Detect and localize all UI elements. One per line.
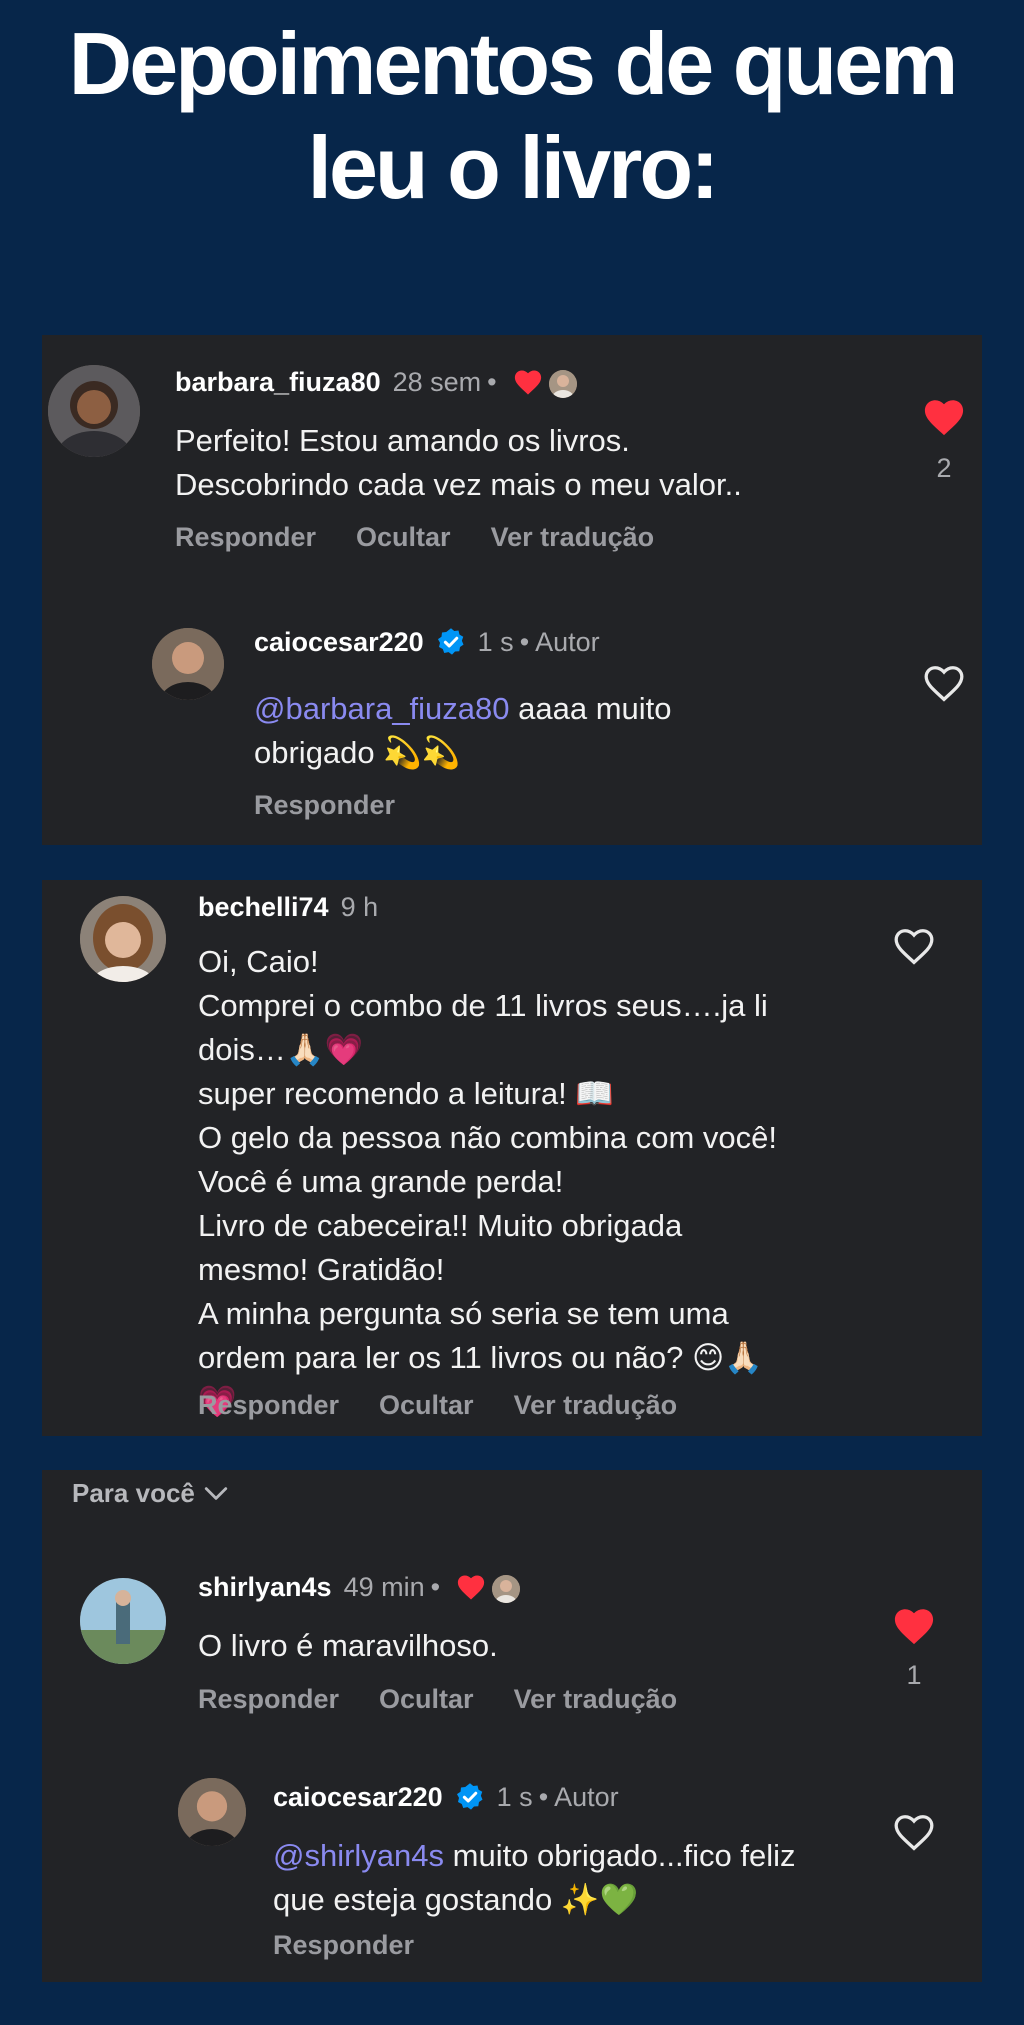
chevron-down-icon [204, 1487, 228, 1500]
reply-button[interactable]: Responder [254, 790, 395, 820]
username[interactable]: barbara_fiuza80 [175, 367, 381, 397]
comment-header: bechelli74 9 h [198, 890, 378, 924]
comment-text: Oi, Caio! Comprei o combo de 11 livros s… [198, 944, 778, 1419]
comment-actions: Responder Ocultar Ver tradução [198, 1684, 717, 1715]
heart-outline-icon [894, 1815, 934, 1851]
author-avatar-icon [492, 1574, 521, 1603]
timestamp: 1 s [496, 1782, 533, 1812]
timestamp: 28 sem [392, 367, 482, 397]
avatar[interactable] [178, 1778, 246, 1846]
avatar[interactable] [48, 365, 140, 457]
comment-actions: Responder Ocultar Ver tradução [198, 1390, 717, 1421]
page-title: Depoimentos de quem leu o livro: [68, 14, 959, 217]
separator-dot: • [430, 1572, 441, 1602]
heart-filled-icon [894, 1609, 934, 1645]
reply-text: @barbara_fiuza80 aaaa muito obrigado 💫💫 [254, 687, 672, 775]
heart-outline-icon [924, 666, 964, 702]
separator-dot: • [487, 367, 497, 397]
comment-card: Para você shirlyan4s 49 min • O livro é ma… [42, 1470, 982, 1982]
reply-header: caiocesar220 1 s • Autor [273, 1780, 619, 1814]
avatar[interactable] [80, 896, 166, 982]
comment-card: barbara_fiuza80 28 sem • Perfeito! Estou a… [42, 335, 982, 845]
hide-button[interactable]: Ocultar [379, 1684, 474, 1714]
author-avatar-icon [548, 369, 577, 398]
heart-filled-icon [924, 400, 964, 436]
like-button[interactable] [922, 663, 966, 703]
comment-header: barbara_fiuza80 28 sem • [175, 365, 577, 399]
for-you-filter[interactable]: Para você [72, 1478, 229, 1509]
author-liked-heart-icon [514, 370, 541, 395]
timestamp: 9 h [340, 892, 379, 922]
translate-button[interactable]: Ver tradução [514, 1390, 678, 1420]
comment-text: O livro é maravilhoso. [198, 1628, 498, 1663]
reply-actions: Responder [273, 1930, 454, 1961]
comment-text: Perfeito! Estou amando os livros. Descob… [175, 423, 742, 502]
username[interactable]: bechelli74 [198, 892, 329, 922]
separator-dot: • [519, 627, 530, 657]
author-badge: Autor [554, 1782, 619, 1812]
reply-actions: Responder [254, 790, 435, 821]
hide-button[interactable]: Ocultar [356, 522, 451, 552]
verified-badge-icon [437, 628, 464, 655]
like-button[interactable] [922, 397, 966, 437]
mention-link[interactable]: @shirlyan4s [273, 1838, 444, 1873]
author-liked-heart-icon [457, 1575, 485, 1600]
filter-label: Para você [72, 1478, 195, 1508]
like-count: 2 [936, 453, 952, 483]
mention-link[interactable]: @barbara_fiuza80 [254, 691, 510, 726]
avatar[interactable] [80, 1578, 166, 1664]
username[interactable]: caiocesar220 [273, 1782, 443, 1812]
heart-outline-icon [894, 929, 934, 965]
comment-actions: Responder Ocultar Ver tradução [175, 522, 694, 553]
hide-button[interactable]: Ocultar [379, 1390, 474, 1420]
reply-header: caiocesar220 1 s • Autor [254, 625, 600, 659]
verified-badge-icon [456, 1783, 483, 1810]
comment-header: shirlyan4s 49 min • [198, 1570, 521, 1604]
author-badge: Autor [535, 627, 600, 657]
like-button[interactable] [892, 926, 936, 966]
reply-button[interactable]: Responder [175, 522, 316, 552]
translate-button[interactable]: Ver tradução [514, 1684, 678, 1714]
reply-button[interactable]: Responder [198, 1390, 339, 1420]
reply-button[interactable]: Responder [198, 1684, 339, 1714]
like-button[interactable] [892, 1606, 936, 1646]
comment-card: bechelli74 9 h Oi, Caio! Comprei o combo … [42, 880, 982, 1436]
avatar[interactable] [152, 628, 224, 700]
like-button[interactable] [892, 1812, 936, 1852]
reply-button[interactable]: Responder [273, 1930, 414, 1960]
timestamp: 49 min [343, 1572, 425, 1602]
translate-button[interactable]: Ver tradução [491, 522, 655, 552]
username[interactable]: caiocesar220 [254, 627, 424, 657]
like-count: 1 [906, 1660, 922, 1690]
username[interactable]: shirlyan4s [198, 1572, 332, 1602]
timestamp: 1 s [477, 627, 514, 657]
separator-dot: • [538, 1782, 549, 1812]
reply-text: @shirlyan4s muito obrigado...fico feliz … [273, 1834, 796, 1922]
